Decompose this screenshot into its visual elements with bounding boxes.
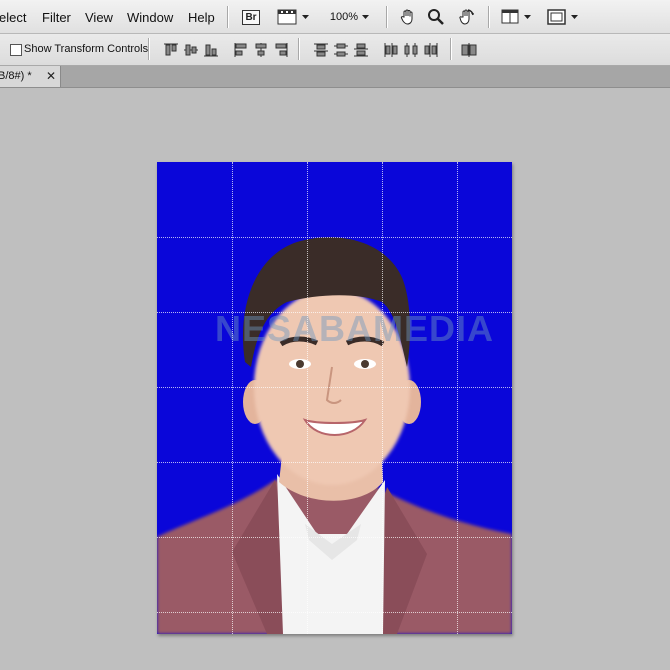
distribute-top-edges-icon[interactable] <box>312 41 330 59</box>
zoom-level: 100% <box>329 11 359 23</box>
grid-line <box>157 387 512 388</box>
distribute-left-edges-icon[interactable] <box>382 41 400 59</box>
separator <box>386 6 388 28</box>
mini-bridge-button[interactable] <box>276 6 312 28</box>
menu-bar: elect Filter View Window Help Br 100% <box>0 0 670 34</box>
align-vertical-centers-icon[interactable] <box>182 41 200 59</box>
distribute-horizontal-centers-icon[interactable] <box>402 41 420 59</box>
options-bar: Show Transform Controls <box>0 34 670 66</box>
distribute-right-edges-icon[interactable] <box>422 41 440 59</box>
rotate-view-icon <box>459 9 474 25</box>
close-icon[interactable]: ✕ <box>46 69 56 83</box>
menu-view[interactable]: View <box>85 10 113 25</box>
hand-tool-button[interactable] <box>398 6 418 28</box>
watermark: NESABAMEDIA <box>215 308 495 349</box>
grid-line <box>232 162 233 634</box>
screen-mode-icon <box>547 9 578 25</box>
bridge-button[interactable]: Br <box>241 6 261 28</box>
distribute-bottom-edges-icon[interactable] <box>352 41 370 59</box>
grid-line <box>157 462 512 463</box>
portrait-photo <box>157 237 512 634</box>
grid-line <box>157 312 512 313</box>
align-left-edges-icon[interactable] <box>232 41 250 59</box>
separator <box>488 6 490 28</box>
hand-icon <box>400 9 413 25</box>
zoom-icon <box>428 9 444 25</box>
menu-help[interactable]: Help <box>188 10 215 25</box>
grid-line <box>157 537 512 538</box>
grid-line <box>157 612 512 613</box>
align-right-edges-icon[interactable] <box>272 41 290 59</box>
bridge-badge: Br <box>242 9 260 25</box>
distribute-vertical-centers-icon[interactable] <box>332 41 350 59</box>
show-transform-checkbox[interactable] <box>10 44 22 56</box>
rotate-view-button[interactable] <box>455 6 477 28</box>
grid-line <box>382 162 383 634</box>
align-horizontal-centers-icon[interactable] <box>252 41 270 59</box>
separator <box>450 38 452 60</box>
align-bottom-edges-icon[interactable] <box>202 41 220 59</box>
document-tab-title: B/8#) * <box>0 70 32 82</box>
menu-window[interactable]: Window <box>127 10 173 25</box>
screen-mode-button[interactable] <box>546 6 582 28</box>
auto-align-layers-icon[interactable] <box>460 41 478 59</box>
show-transform-label: Show Transform Controls <box>24 43 149 55</box>
align-top-edges-icon[interactable] <box>162 41 180 59</box>
grid-line <box>457 162 458 634</box>
separator <box>298 38 300 60</box>
separator <box>227 6 229 28</box>
film-strip-icon <box>277 9 309 25</box>
arrange-documents-icon <box>501 9 531 24</box>
arrange-documents-button[interactable] <box>500 6 536 28</box>
document-canvas[interactable]: NESABAMEDIA <box>157 162 512 634</box>
grid-line <box>157 237 512 238</box>
separator <box>148 38 150 60</box>
document-tab[interactable]: B/8#) * ✕ <box>0 66 61 87</box>
grid-line <box>307 162 308 634</box>
zoom-tool-button[interactable] <box>426 6 446 28</box>
chevron-down-icon <box>362 15 370 19</box>
zoom-level-dropdown[interactable]: 100% <box>326 6 376 28</box>
menu-select[interactable]: elect <box>0 10 26 25</box>
menu-filter[interactable]: Filter <box>42 10 71 25</box>
document-tab-bar: B/8#) * ✕ <box>0 66 670 88</box>
